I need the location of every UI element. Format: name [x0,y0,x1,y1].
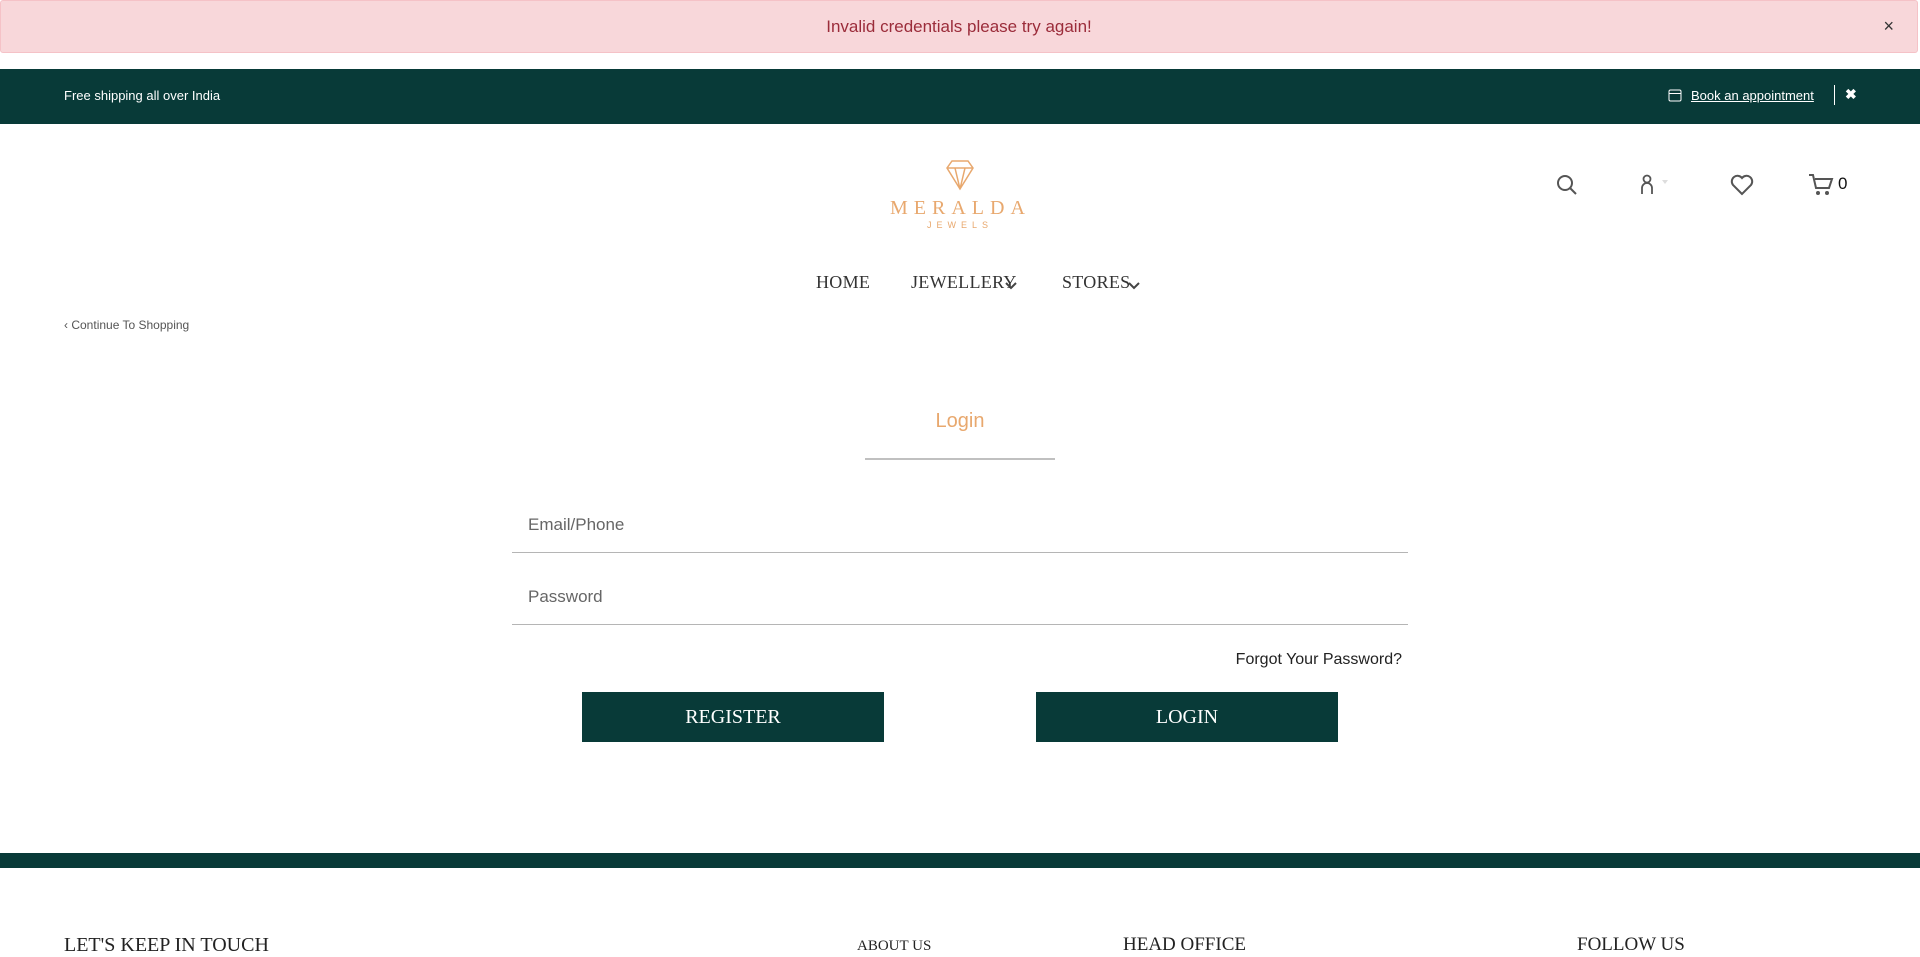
email-field-line [512,552,1408,553]
nav-jewellery[interactable]: JEWELLERY [911,272,1017,293]
footer-about-link[interactable]: ABOUT US [857,938,931,955]
brand-logo[interactable]: MERALDA JEWELS [890,158,1030,234]
book-appointment-link[interactable]: Book an appointment [1691,88,1814,103]
footer-office-heading: HEAD OFFICE [1123,934,1246,955]
tab-underline [865,458,1055,460]
footer-bar [0,853,1920,868]
nav-stores[interactable]: STORES [1062,272,1131,293]
divider [1834,85,1835,105]
user-icon[interactable] [1638,174,1672,201]
chevron-down-icon[interactable] [1004,278,1018,296]
announcement-bar: Free shipping all over India Book an app… [0,69,1920,124]
cart-count: 0 [1838,174,1848,193]
register-button[interactable]: REGISTER [582,692,884,742]
forgot-password-link[interactable]: Forgot Your Password? [1236,651,1402,669]
error-alert: Invalid credentials please try again! [0,0,1918,53]
login-button[interactable]: LOGIN [1036,692,1338,742]
calendar-icon [1668,88,1682,102]
alert-message: Invalid credentials please try again! [826,16,1092,36]
nav-home[interactable]: HOME [816,272,870,293]
tab-login[interactable]: Login [0,410,1920,433]
continue-shopping-link[interactable]: ‹ Continue To Shopping [64,318,189,332]
shipping-text: Free shipping all over India [64,88,221,103]
footer-follow-heading: FOLLOW US [1577,934,1685,955]
diamond-logo-icon [946,160,974,191]
topbar-close-icon[interactable]: ✖ [1845,86,1857,103]
brand-name: MERALDA [890,197,1031,219]
wishlist-heart-icon[interactable] [1730,174,1754,201]
password-input[interactable]: Password [528,587,603,607]
cart-icon[interactable] [1808,173,1834,202]
search-icon[interactable] [1556,174,1578,201]
continue-shopping-label: Continue To Shopping [71,318,190,332]
chevron-down-icon[interactable] [1127,278,1141,296]
footer-touch-heading: LET'S KEEP IN TOUCH [64,934,269,956]
brand-sub: JEWELS [926,220,993,230]
email-input[interactable]: Email/Phone [528,515,624,535]
alert-close-icon[interactable]: × [1883,16,1894,37]
password-field-line [512,624,1408,625]
